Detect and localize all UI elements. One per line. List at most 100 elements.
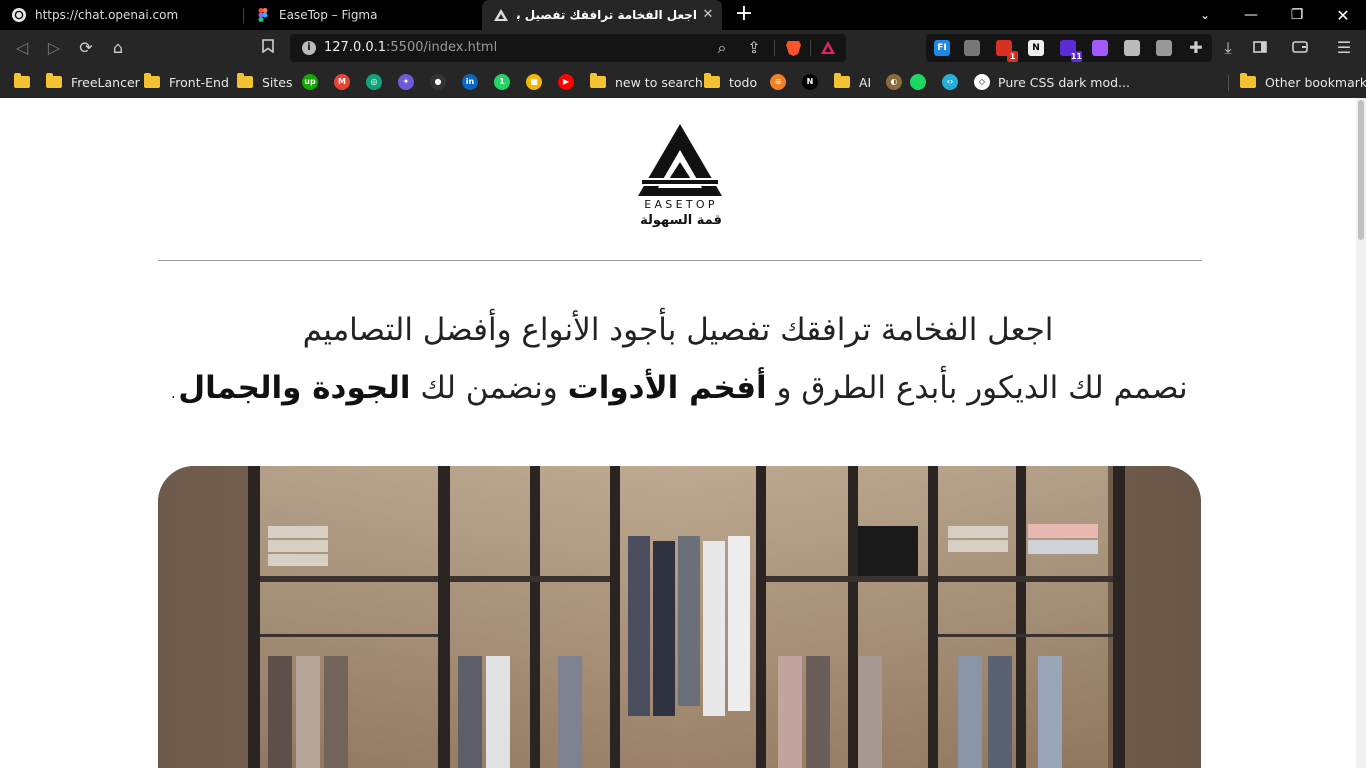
linkedin-icon: in bbox=[462, 74, 478, 90]
upwork-icon: up bbox=[302, 74, 318, 90]
bookmark-folder-new-to-search[interactable]: new to search bbox=[590, 73, 703, 91]
gemini-icon: ✦ bbox=[398, 74, 414, 90]
tab-title: https://chat.openai.com bbox=[35, 8, 179, 22]
bookmark-label: todo bbox=[729, 74, 758, 90]
bookmark-youtube[interactable]: ▶ bbox=[558, 73, 574, 91]
bookmark-stack[interactable]: ≡ bbox=[770, 73, 786, 91]
bookmarks-bar: Other bookmarks FreeLancer Front-End Sites… bbox=[0, 66, 1366, 98]
pen-extension-icon[interactable] bbox=[1124, 40, 1140, 56]
bookmark-gmail[interactable]: M bbox=[334, 73, 350, 91]
new-tab-icon[interactable]: + bbox=[733, 3, 755, 27]
sidebar-icon[interactable] bbox=[1248, 36, 1272, 60]
figma-icon bbox=[256, 8, 270, 22]
bookmark-folder[interactable] bbox=[14, 73, 30, 91]
extension-badge: 11 bbox=[1070, 51, 1082, 62]
fi-extension-icon[interactable]: FI bbox=[934, 40, 950, 56]
back-icon[interactable]: ◁ bbox=[10, 36, 34, 60]
github-icon: ● bbox=[430, 74, 446, 90]
grammar-extension-icon[interactable] bbox=[964, 40, 980, 56]
bookmark-code[interactable]: ‹› bbox=[942, 73, 958, 91]
openai-icon bbox=[12, 8, 26, 22]
other-bookmarks-folder[interactable]: Other bookmarks bbox=[1240, 73, 1366, 91]
menu-icon[interactable]: ☰ bbox=[1332, 36, 1356, 60]
folder-icon bbox=[46, 73, 62, 88]
brand-tagline: قمة السهولة bbox=[640, 213, 722, 228]
cloud-extension-icon[interactable]: 11 bbox=[1060, 40, 1082, 62]
bookmark-label: AI bbox=[859, 74, 872, 90]
forward-icon[interactable]: ▷ bbox=[42, 36, 66, 60]
zoom-icon[interactable]: ⌕ bbox=[710, 36, 734, 60]
code-icon: ‹› bbox=[942, 74, 958, 90]
folder-icon bbox=[704, 73, 720, 88]
codepen-icon: ◇ bbox=[974, 74, 990, 90]
bookmark-page-icon[interactable] bbox=[256, 36, 280, 60]
bookmark-folder-ai[interactable]: AI bbox=[834, 73, 871, 91]
globe-extension-icon[interactable] bbox=[1156, 40, 1172, 56]
bookmark-next[interactable]: N bbox=[802, 73, 818, 91]
bookmark-folder-freelancer[interactable]: FreeLancer bbox=[46, 73, 140, 91]
tab-title: اجعل الفخامة ترافقك تفصيل بأجود الأ bbox=[517, 8, 697, 22]
folder-icon bbox=[14, 73, 30, 88]
bookmark-folder-sites[interactable]: Sites bbox=[237, 73, 293, 91]
extension-badge: 1 bbox=[1007, 51, 1018, 62]
reload-icon[interactable]: ⟳ bbox=[74, 36, 98, 60]
brand-name: EASETOP bbox=[644, 198, 718, 211]
bookmark-keep[interactable]: ■ bbox=[526, 73, 542, 91]
bookmark-map[interactable]: ◐ bbox=[886, 73, 902, 91]
purple-extension-icon[interactable] bbox=[1092, 40, 1108, 56]
url-text[interactable]: 127.0.0.1:5500/index.html bbox=[324, 40, 497, 55]
brave-shield-icon[interactable] bbox=[786, 40, 801, 56]
header-divider bbox=[158, 260, 1202, 261]
bookmark-folder-todo[interactable]: todo bbox=[704, 73, 757, 91]
brave-rewards-icon[interactable] bbox=[820, 40, 836, 56]
bookmark-whatsapp[interactable]: 1 bbox=[494, 73, 510, 91]
close-window-icon[interactable]: ✕ bbox=[1320, 0, 1366, 30]
restore-icon[interactable]: ❐ bbox=[1274, 0, 1320, 30]
scrollbar-thumb[interactable] bbox=[1358, 100, 1364, 240]
extensions-strip: FI 1 N 11 bbox=[926, 34, 1212, 62]
notion-extension-icon[interactable]: N bbox=[1028, 40, 1044, 56]
page-viewport: EASETOP قمة السهولة اجعل الفخامة ترافقك … bbox=[0, 98, 1366, 768]
address-bar[interactable]: i 127.0.0.1:5500/index.html ⌕ ⇪ bbox=[290, 34, 846, 62]
browser-toolbar: ◁ ▷ ⟳ ⌂ i 127.0.0.1:5500/index.html ⌕ ⇪ … bbox=[0, 30, 1366, 66]
folder-icon bbox=[1240, 73, 1256, 88]
next-icon: N bbox=[802, 74, 818, 90]
gmail-extension-icon[interactable]: 1 bbox=[996, 40, 1018, 62]
tab-chatgpt[interactable]: https://chat.openai.com bbox=[0, 0, 243, 30]
bookmark-github[interactable]: ● bbox=[430, 73, 446, 91]
site-info-icon[interactable]: i bbox=[302, 41, 316, 55]
download-icon[interactable]: ⤓ bbox=[1216, 36, 1240, 60]
tab-search-chevron-icon[interactable]: ⌄ bbox=[1182, 0, 1228, 30]
bookmark-linkedin[interactable]: in bbox=[462, 73, 478, 91]
wallet-icon[interactable] bbox=[1288, 36, 1312, 60]
tab-figma[interactable]: EaseTop – Figma bbox=[244, 0, 480, 30]
hero-headline: اجعل الفخامة ترافقك تفصيل بأجود الأنواع … bbox=[302, 312, 1054, 348]
hero-wardrobe-image bbox=[158, 466, 1201, 768]
other-bookmarks-label: Other bookmarks bbox=[1265, 74, 1366, 90]
wardrobe-illustration bbox=[158, 466, 1201, 768]
bookmark-gemini[interactable]: ✦ bbox=[398, 73, 414, 91]
easetop-icon bbox=[494, 8, 508, 22]
bookmark-green-dot[interactable] bbox=[910, 73, 926, 91]
minimize-icon[interactable]: — bbox=[1228, 0, 1274, 30]
bookmark-chatgpt[interactable]: ◎ bbox=[366, 73, 382, 91]
bookmark-folder-front-end[interactable]: Front-End bbox=[144, 73, 229, 91]
bookmark-label: Front-End bbox=[169, 74, 229, 90]
tab-title: EaseTop – Figma bbox=[279, 8, 378, 22]
gmail-icon: M bbox=[334, 74, 350, 90]
tab-easetop[interactable]: اجعل الفخامة ترافقك تفصيل بأجود الأ ✕ bbox=[482, 0, 722, 30]
bookmarks-separator bbox=[1228, 75, 1229, 91]
keep-icon: ■ bbox=[526, 74, 542, 90]
close-tab-icon[interactable]: ✕ bbox=[700, 7, 716, 23]
page-scrollbar[interactable] bbox=[1356, 98, 1366, 768]
stack-icon: ≡ bbox=[770, 74, 786, 90]
bookmark-codepen[interactable]: ◇ Pure CSS dark mod... bbox=[974, 73, 1130, 91]
home-icon[interactable]: ⌂ bbox=[106, 36, 130, 60]
share-icon[interactable]: ⇪ bbox=[742, 36, 766, 60]
folder-icon bbox=[237, 73, 253, 88]
extensions-puzzle-icon[interactable]: ✚ bbox=[1184, 36, 1208, 60]
bookmark-upwork[interactable]: up bbox=[302, 73, 318, 91]
bookmark-label: new to search bbox=[615, 74, 703, 90]
hero-subheadline: نصمم لك الديكور بأبدع الطرق و أفخم الأدو… bbox=[168, 370, 1188, 406]
whatsapp-icon: 1 bbox=[494, 74, 510, 90]
